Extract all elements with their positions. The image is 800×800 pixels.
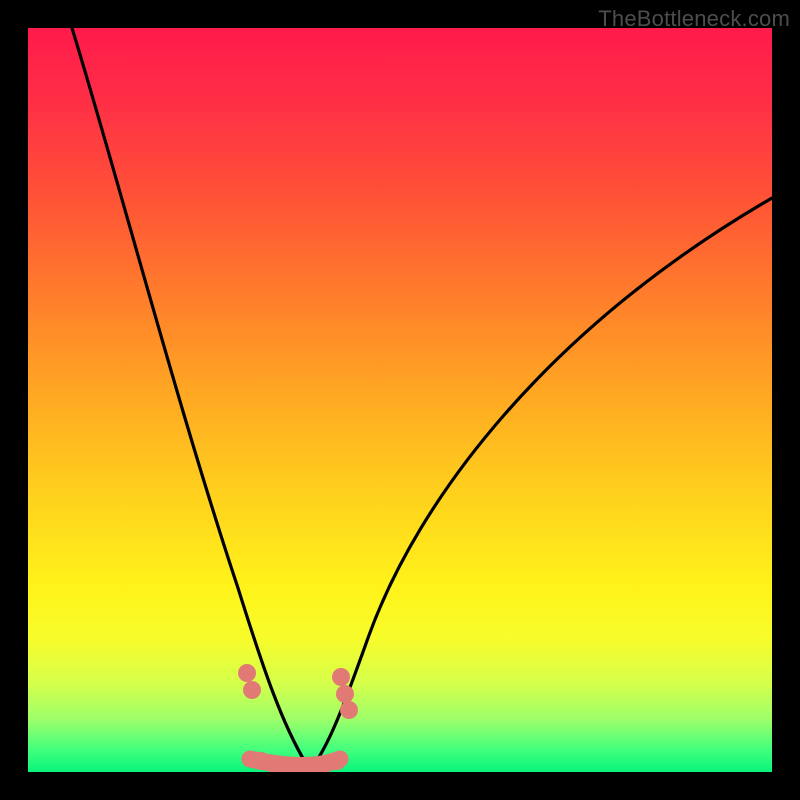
marker-right-2 <box>336 685 354 703</box>
right-curve <box>310 198 772 770</box>
left-curve <box>72 28 310 770</box>
attribution-text: TheBottleneck.com <box>598 6 790 32</box>
chart-frame: TheBottleneck.com <box>0 0 800 800</box>
plot-area <box>28 28 772 772</box>
marker-floor-6 <box>328 752 346 770</box>
marker-left-2 <box>243 681 261 699</box>
marker-right-3 <box>340 701 358 719</box>
marker-right-1 <box>332 668 350 686</box>
chart-svg <box>28 28 772 772</box>
curve-group <box>72 28 772 770</box>
marker-group <box>238 664 358 772</box>
marker-left-1 <box>238 664 256 682</box>
marker-floor-1 <box>252 752 270 770</box>
